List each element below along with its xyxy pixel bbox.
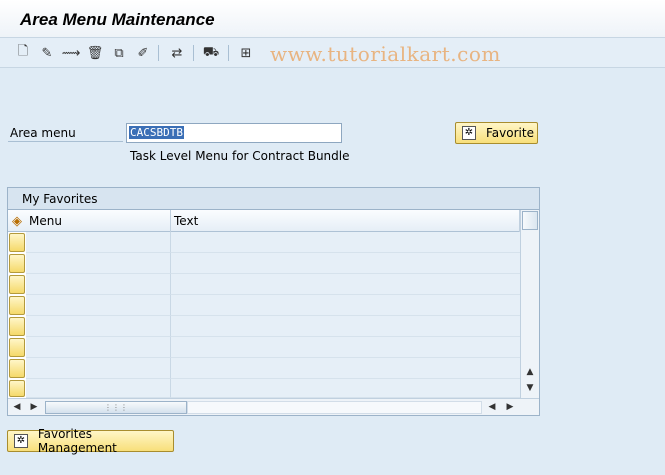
row-selector[interactable] bbox=[9, 254, 25, 273]
application-toolbar: 🗋 ✎ ⟿ 🗑 ⧉ ✐ ⇄ ⛟ ⊞ www.tutorialkart.com bbox=[0, 38, 665, 68]
toolbar-separator bbox=[228, 45, 229, 61]
title-bar: Area Menu Maintenance bbox=[0, 0, 665, 38]
favorites-management-label: Favorites Management bbox=[37, 427, 117, 455]
row-selector[interactable] bbox=[9, 296, 25, 315]
page-title: Area Menu Maintenance bbox=[20, 10, 215, 29]
scroll-right-icon[interactable]: ▶ bbox=[504, 401, 516, 413]
select-all-icon[interactable]: ◈ bbox=[9, 213, 25, 229]
scroll-right-icon[interactable]: ▶ bbox=[28, 401, 40, 413]
scroll-left-icon[interactable]: ◀ bbox=[486, 401, 498, 413]
cell-text[interactable] bbox=[171, 379, 520, 398]
table-row bbox=[8, 337, 520, 358]
favorite-icon: ✲ bbox=[14, 434, 28, 448]
cell-text[interactable] bbox=[171, 253, 520, 274]
favorites-table: ◈ Menu Text ▲ ▼ bbox=[8, 210, 539, 398]
horizontal-scroll-track[interactable] bbox=[187, 401, 482, 414]
cell-menu[interactable] bbox=[26, 295, 171, 316]
row-selector[interactable] bbox=[9, 233, 25, 252]
change-icon[interactable]: ✎ bbox=[38, 44, 56, 62]
area-menu-value: CACSBDTB bbox=[129, 126, 184, 139]
cell-menu[interactable] bbox=[26, 379, 171, 398]
cell-text[interactable] bbox=[171, 337, 520, 358]
row-selector[interactable] bbox=[9, 359, 25, 378]
favorite-button-label: Favorite bbox=[486, 126, 534, 140]
area-menu-label: Area menu bbox=[10, 126, 76, 140]
favorite-icon: ✲ bbox=[462, 126, 476, 140]
favorite-button[interactable]: ✲ Favorite bbox=[455, 122, 538, 144]
table-row bbox=[8, 232, 520, 253]
cell-text[interactable] bbox=[171, 295, 520, 316]
row-selector[interactable] bbox=[9, 380, 25, 397]
scroll-down-icon[interactable]: ▼ bbox=[524, 382, 536, 394]
cell-text[interactable] bbox=[171, 232, 520, 253]
import-icon[interactable]: ⊞ bbox=[237, 44, 255, 62]
vertical-scrollbar[interactable]: ▲ ▼ bbox=[520, 210, 539, 398]
table-row bbox=[8, 358, 520, 379]
cell-menu[interactable] bbox=[26, 358, 171, 379]
cell-menu[interactable] bbox=[26, 253, 171, 274]
cell-menu[interactable] bbox=[26, 337, 171, 358]
column-header-menu[interactable]: Menu bbox=[26, 210, 171, 232]
favorites-panel: My Favorites ◈ Menu Text ▲ ▼ ◀ ▶ ⋮⋮⋮ ◀ ▶ bbox=[7, 187, 540, 416]
cell-menu[interactable] bbox=[26, 232, 171, 253]
vertical-scroll-thumb[interactable] bbox=[522, 211, 538, 230]
copy-icon[interactable]: ⧉ bbox=[110, 44, 128, 62]
label-underline bbox=[8, 141, 123, 142]
table-header: ◈ Menu Text bbox=[8, 210, 520, 232]
table-row bbox=[8, 274, 520, 295]
row-selector[interactable] bbox=[9, 275, 25, 294]
cell-menu[interactable] bbox=[26, 316, 171, 337]
table-row bbox=[8, 379, 520, 398]
toolbar-separator bbox=[158, 45, 159, 61]
toolbar-separator bbox=[193, 45, 194, 61]
cell-text[interactable] bbox=[171, 274, 520, 295]
cell-text[interactable] bbox=[171, 316, 520, 337]
area-menu-input[interactable]: CACSBDTB bbox=[126, 123, 342, 143]
table-row bbox=[8, 316, 520, 337]
row-selector[interactable] bbox=[9, 338, 25, 357]
scroll-left-icon[interactable]: ◀ bbox=[11, 401, 23, 413]
scroll-up-icon[interactable]: ▲ bbox=[524, 366, 536, 378]
table-row bbox=[8, 253, 520, 274]
column-header-text[interactable]: Text bbox=[171, 210, 520, 232]
create-icon[interactable]: 🗋 bbox=[14, 44, 32, 62]
favorites-management-button[interactable]: ✲ Favorites Management bbox=[7, 427, 174, 455]
table-row bbox=[8, 295, 520, 316]
delete-icon[interactable]: 🗑 bbox=[86, 44, 104, 62]
truck-icon[interactable]: ⛟ bbox=[202, 44, 220, 62]
area-menu-description: Task Level Menu for Contract Bundle bbox=[130, 149, 350, 163]
row-selector[interactable] bbox=[9, 317, 25, 336]
cell-text[interactable] bbox=[171, 358, 520, 379]
favorites-panel-title: My Favorites bbox=[8, 188, 539, 210]
horizontal-scroll-thumb[interactable]: ⋮⋮⋮ bbox=[45, 401, 187, 414]
edit-icon[interactable]: ✐ bbox=[134, 44, 152, 62]
cell-menu[interactable] bbox=[26, 274, 171, 295]
transport-icon[interactable]: ⇄ bbox=[168, 44, 186, 62]
horizontal-scrollbar[interactable]: ◀ ▶ ⋮⋮⋮ ◀ ▶ bbox=[8, 398, 539, 415]
watermark: www.tutorialkart.com bbox=[270, 42, 501, 66]
display-icon[interactable]: ⟿ bbox=[62, 44, 81, 62]
